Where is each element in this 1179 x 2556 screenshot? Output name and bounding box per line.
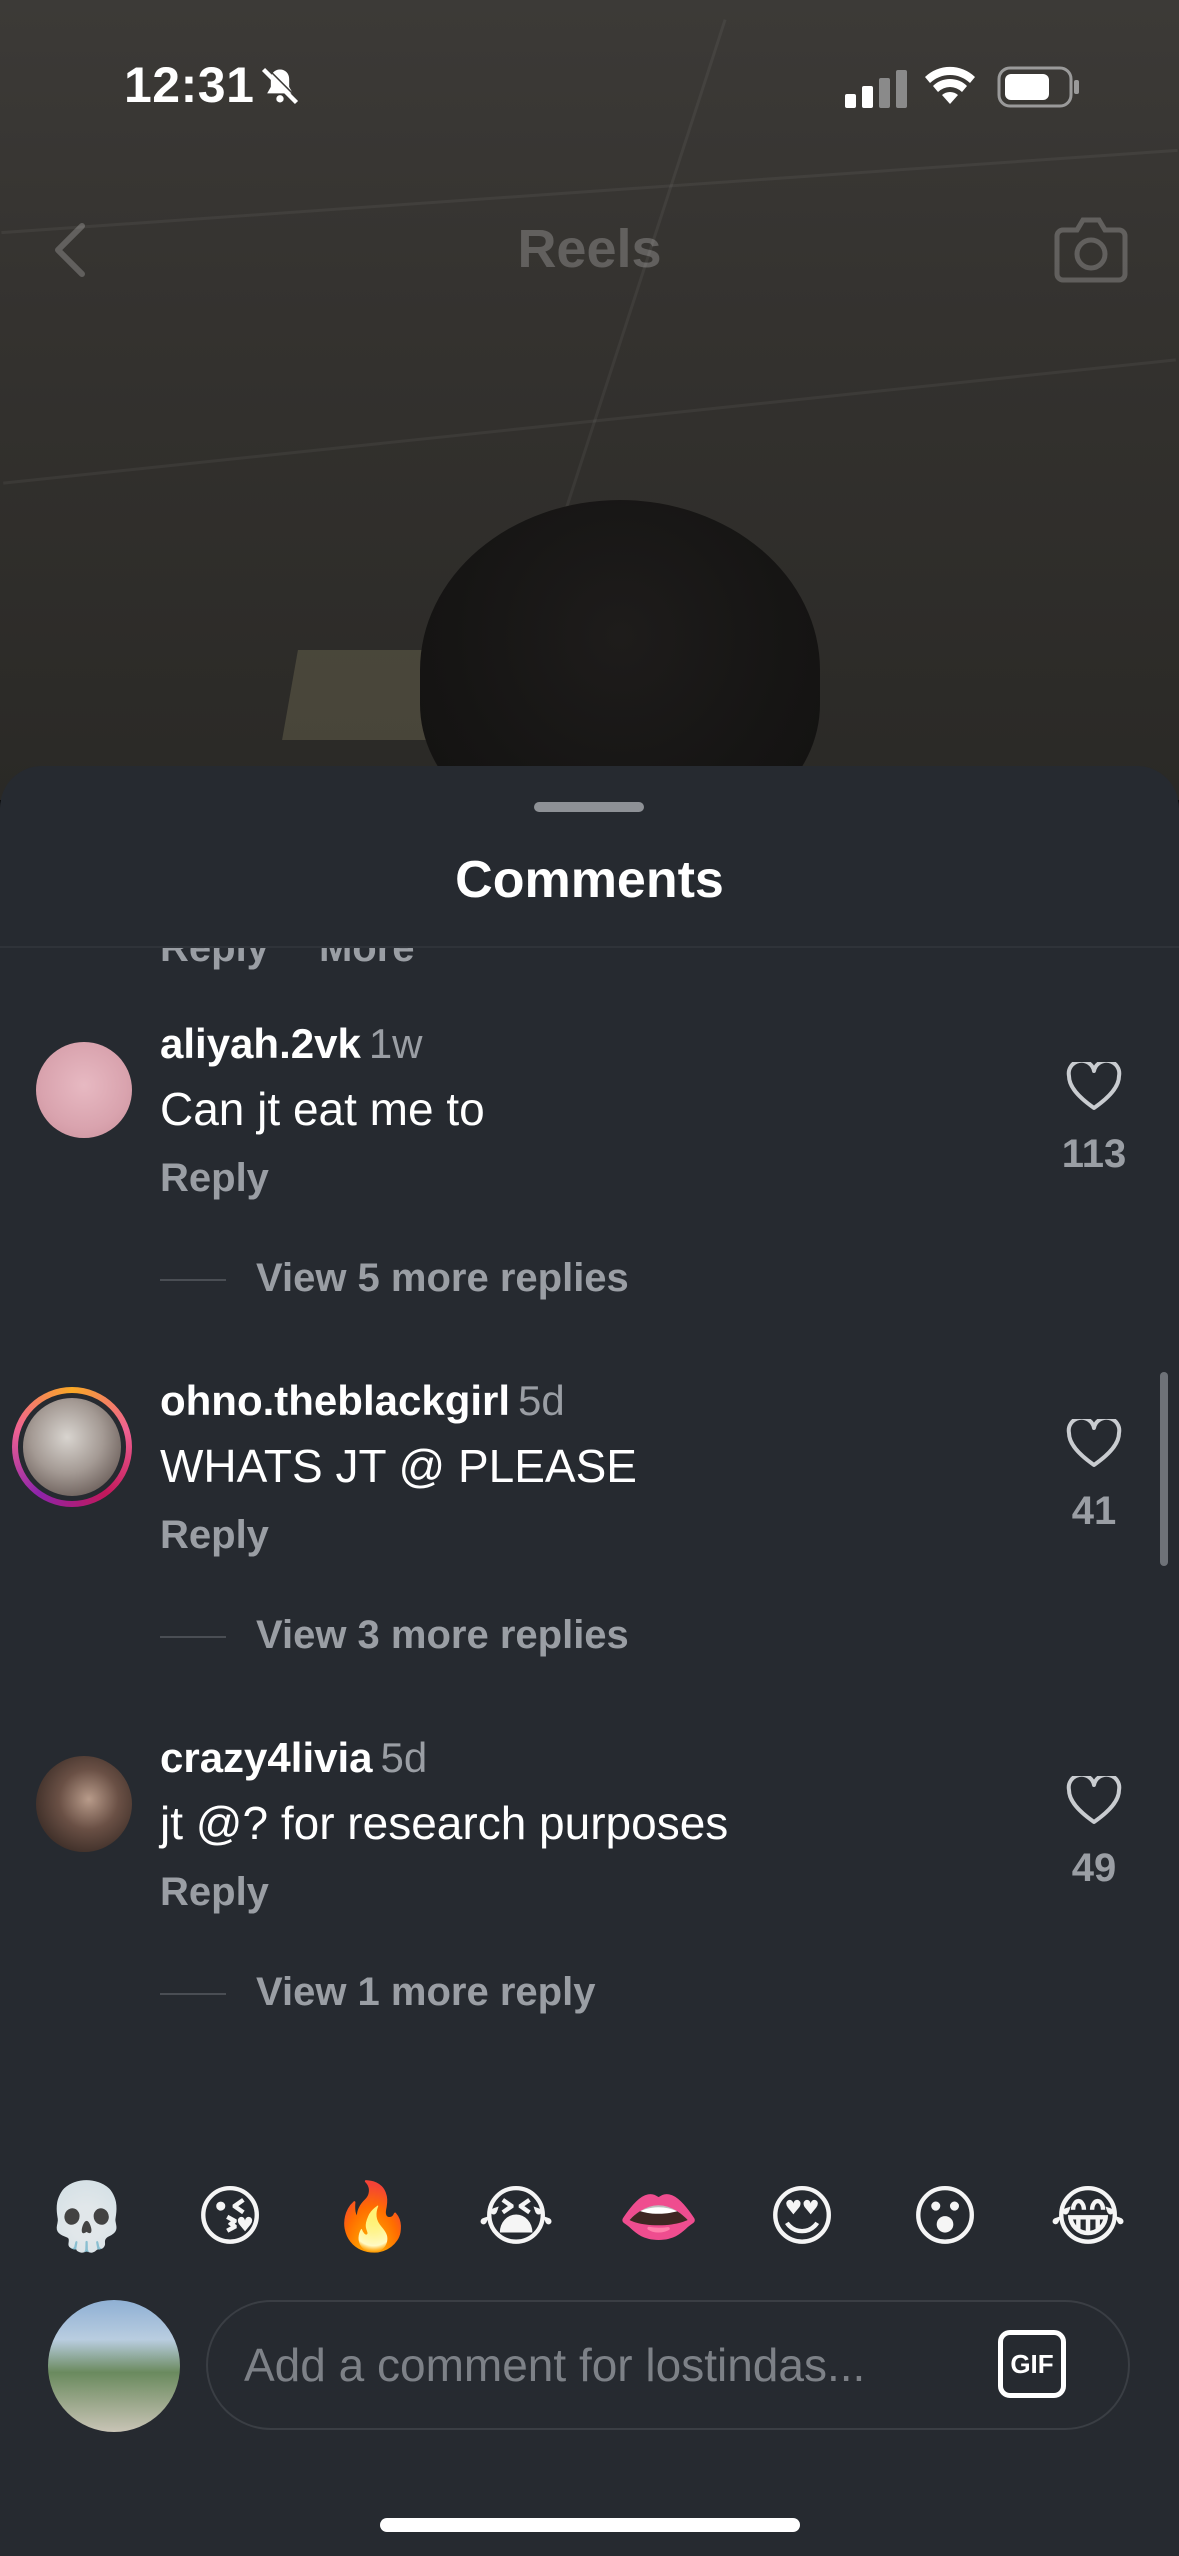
person-head — [420, 500, 820, 800]
partial-comment-item: crazy4livia 5d — [0, 2054, 1179, 2058]
comment-username[interactable]: crazy4livia — [160, 1734, 373, 1781]
emoji-skull-button[interactable]: 💀 — [42, 2172, 132, 2262]
like-count: 113 — [1061, 1132, 1127, 1176]
ceiling-line — [3, 358, 1176, 485]
comments-list[interactable]: Reply More aliyah.2vk 1w Can jt eat me to … — [0, 948, 1179, 2058]
home-indicator[interactable] — [380, 2518, 800, 2532]
page-title: Reels — [517, 219, 662, 279]
comment-input-container[interactable]: GIF — [206, 2300, 1130, 2430]
reply-button[interactable]: Reply — [160, 1156, 269, 1201]
comment-username[interactable]: aliyah.2vk — [160, 1020, 361, 1067]
emoji-kiss-button[interactable]: 😘 — [185, 2172, 275, 2262]
cellular-signal-icon — [845, 70, 907, 108]
reply-button[interactable]: Reply — [160, 1513, 269, 1558]
emoji-heart-eyes-button[interactable]: 😍 — [757, 2172, 847, 2262]
reply-button[interactable]: Reply — [160, 948, 269, 970]
avatar[interactable] — [36, 1042, 132, 1138]
comment-header: ohno.theblackgirl 5d — [160, 1377, 565, 1425]
avatar-story-ring[interactable] — [12, 1387, 132, 1507]
thread-line — [160, 1636, 226, 1639]
comments-sheet: Comments Reply More aliyah.2vk 1w Can jt e… — [0, 766, 1179, 2556]
avatar[interactable] — [36, 1756, 132, 1852]
scrollbar[interactable] — [1160, 1372, 1168, 1566]
heart-icon[interactable] — [1066, 1062, 1122, 1112]
emoji-laughing-button[interactable]: 😂 — [1043, 2172, 1133, 2262]
like-count: 49 — [1071, 1846, 1117, 1890]
gif-button[interactable]: GIF — [998, 2330, 1066, 2398]
status-bar: 12:31 — [0, 0, 1179, 170]
emoji-sob-button[interactable]: 😭 — [471, 2172, 561, 2262]
wifi-icon — [925, 66, 975, 104]
camera-icon[interactable] — [1053, 214, 1129, 284]
more-button[interactable]: More — [319, 948, 415, 970]
emoji-lips-button[interactable]: 👄 — [614, 2172, 704, 2262]
comment-header: crazy4livia 5d — [160, 1734, 427, 1782]
comment-time: 5d — [380, 1734, 428, 1781]
comment-text: jt @? for research purposes — [160, 1797, 729, 1849]
view-replies-button[interactable]: View 1 more reply — [160, 1970, 595, 2015]
avatar — [18, 1393, 126, 1501]
bell-off-icon — [261, 66, 300, 105]
heart-icon[interactable] — [1066, 1419, 1122, 1469]
view-replies-label: View 1 more reply — [256, 1970, 596, 2014]
view-replies-label: View 5 more replies — [256, 1256, 629, 1300]
partial-comment-actions: Reply More — [160, 948, 415, 971]
comment-username[interactable]: ohno.theblackgirl — [160, 1377, 510, 1424]
comment-text: WHATS JT @ PLEASE — [160, 1440, 637, 1492]
emoji-quick-bar: 💀 😘 🔥 😭 👄 😍 😮 😂 — [0, 2172, 1179, 2262]
like-count: 41 — [1071, 1489, 1117, 1533]
comment-text: Can jt eat me to — [160, 1083, 485, 1135]
status-time: 12:31 — [124, 57, 255, 113]
view-replies-button[interactable]: View 5 more replies — [160, 1256, 629, 1301]
thread-line — [160, 1993, 226, 1996]
current-user-avatar — [48, 2300, 180, 2432]
emoji-fire-button[interactable]: 🔥 — [328, 2172, 418, 2262]
battery-icon — [997, 66, 1079, 108]
sheet-grabber[interactable] — [534, 802, 644, 812]
comment-time: 5d — [518, 1377, 565, 1424]
reels-header: Reels — [0, 200, 1179, 300]
comment-composer: GIF — [0, 2296, 1179, 2432]
view-replies-button[interactable]: View 3 more replies — [160, 1613, 629, 1658]
thread-line — [160, 1279, 226, 1282]
reply-button[interactable]: Reply — [160, 1870, 269, 1915]
view-replies-label: View 3 more replies — [256, 1613, 629, 1657]
comment-header: aliyah.2vk 1w — [160, 1020, 423, 1068]
comment-time: 1w — [368, 1020, 423, 1067]
sheet-title: Comments — [455, 851, 724, 909]
heart-icon[interactable] — [1066, 1776, 1122, 1826]
comment-input[interactable] — [244, 2302, 964, 2428]
emoji-surprised-button[interactable]: 😮 — [900, 2172, 990, 2262]
